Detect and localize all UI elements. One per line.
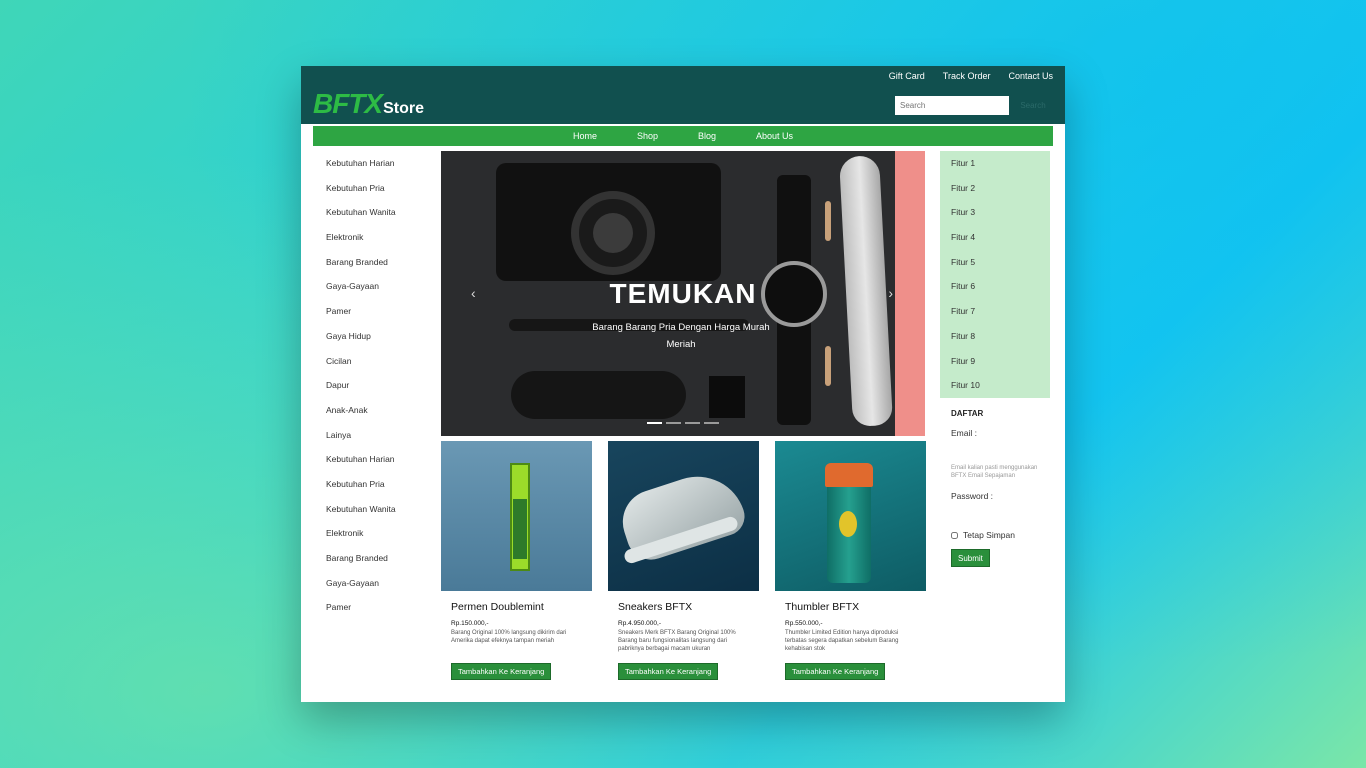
sidebar-item[interactable]: Gaya-Gayaan bbox=[326, 274, 426, 299]
product-image[interactable] bbox=[775, 441, 926, 591]
hero-subtitle: Barang Barang Pria Dengan Harga Murah Me… bbox=[592, 322, 770, 350]
feature-item[interactable]: Fitur 2 bbox=[940, 176, 1050, 201]
carousel-indicator[interactable] bbox=[704, 422, 719, 424]
product-description: Thumbler Limited Edition hanya diproduks… bbox=[785, 630, 899, 652]
product-description: Barang Original 100% langsung dikirim da… bbox=[451, 630, 567, 644]
nav-home[interactable]: Home bbox=[573, 131, 597, 141]
remember-checkbox[interactable] bbox=[951, 531, 958, 539]
track-order-link[interactable]: Track Order bbox=[943, 71, 991, 81]
password-field[interactable] bbox=[951, 504, 1045, 520]
main-nav: Home Shop Blog About Us bbox=[313, 126, 1053, 146]
hero-carousel: TEMUKAN Barang Barang Pria Dengan Harga … bbox=[441, 151, 925, 436]
feature-item[interactable]: Fitur 7 bbox=[940, 299, 1050, 324]
logo[interactable]: BFTX Store bbox=[313, 90, 424, 118]
form-title: DAFTAR bbox=[951, 409, 984, 418]
sidebar-item[interactable]: Kebutuhan Wanita bbox=[326, 497, 426, 522]
contact-us-link[interactable]: Contact Us bbox=[1008, 71, 1053, 81]
bullet-image bbox=[825, 201, 831, 241]
product-name: Thumbler BFTX bbox=[785, 601, 860, 613]
sidebar-item[interactable]: Anak-Anak bbox=[326, 398, 426, 423]
sidebar-item[interactable]: Pamer bbox=[326, 595, 426, 620]
product-price: Rp.4.950.000,- bbox=[618, 620, 662, 627]
feature-item[interactable]: Fitur 8 bbox=[940, 324, 1050, 349]
search-bar: Search bbox=[895, 96, 1053, 115]
search-button[interactable]: Search bbox=[1013, 96, 1053, 115]
sidebar-item[interactable]: Lainya bbox=[326, 423, 426, 448]
sidebar-item[interactable]: Elektronik bbox=[326, 521, 426, 546]
search-input[interactable] bbox=[895, 96, 1009, 115]
carousel-indicator[interactable] bbox=[647, 422, 662, 424]
sidebar-item[interactable]: Barang Branded bbox=[326, 546, 426, 571]
chevron-left-icon[interactable]: ‹ bbox=[471, 285, 476, 301]
feature-item[interactable]: Fitur 5 bbox=[940, 250, 1050, 275]
hero-title: TEMUKAN bbox=[609, 278, 757, 309]
sidebar-item[interactable]: Barang Branded bbox=[326, 250, 426, 275]
logo-bftx: BFTX bbox=[313, 88, 383, 119]
add-to-cart-button[interactable]: Tambahkan Ke Keranjang bbox=[785, 663, 886, 680]
bullet-image bbox=[825, 346, 831, 386]
feature-item[interactable]: Fitur 1 bbox=[940, 151, 1050, 176]
chevron-right-icon[interactable]: › bbox=[888, 285, 893, 301]
tumbler-logo bbox=[839, 511, 857, 537]
sidebar-item[interactable]: Cicilan bbox=[326, 349, 426, 374]
category-sidebar: Kebutuhan Harian Kebutuhan Pria Kebutuha… bbox=[326, 151, 426, 620]
tumbler-cap bbox=[825, 463, 873, 487]
feature-item[interactable]: Fitur 4 bbox=[940, 225, 1050, 250]
sidebar-item[interactable]: Gaya-Gayaan bbox=[326, 571, 426, 596]
sd-card-image bbox=[709, 376, 745, 418]
email-label: Email : bbox=[951, 428, 977, 438]
feature-item[interactable]: Fitur 6 bbox=[940, 274, 1050, 299]
nav-about-us[interactable]: About Us bbox=[756, 131, 793, 141]
product-image[interactable] bbox=[608, 441, 759, 591]
sidebar-item[interactable]: Gaya Hidup bbox=[326, 324, 426, 349]
header: Gift Card Track Order Contact Us BFTX St… bbox=[301, 66, 1065, 124]
pocket-knife-image bbox=[511, 371, 686, 419]
top-links: Gift Card Track Order Contact Us bbox=[889, 71, 1053, 81]
product-description: Sneakers Merk BFTX Barang Original 100% … bbox=[618, 630, 736, 652]
store-window: Gift Card Track Order Contact Us BFTX St… bbox=[301, 66, 1065, 702]
remember-checkbox-row[interactable]: Tetap Simpan bbox=[951, 530, 1051, 540]
product-card: Permen Doublemint Rp.150.000,- Barang Or… bbox=[441, 441, 592, 680]
sidebar-item[interactable]: Kebutuhan Harian bbox=[326, 447, 426, 472]
email-help-text: Email kalian pasti menggunakan BFTX Emai… bbox=[951, 464, 1038, 480]
submit-button[interactable]: Submit bbox=[951, 549, 990, 567]
carousel-indicator[interactable] bbox=[666, 422, 681, 424]
gift-card-link[interactable]: Gift Card bbox=[889, 71, 925, 81]
email-field[interactable] bbox=[951, 441, 1045, 458]
features-list: Fitur 1 Fitur 2 Fitur 3 Fitur 4 Fitur 5 … bbox=[940, 151, 1050, 398]
add-to-cart-button[interactable]: Tambahkan Ke Keranjang bbox=[618, 663, 719, 680]
register-form: DAFTAR Email : Email kalian pasti menggu… bbox=[951, 409, 1051, 567]
product-price: Rp.550.000,- bbox=[785, 620, 823, 627]
product-name: Permen Doublemint bbox=[451, 601, 544, 613]
carousel-indicator[interactable] bbox=[685, 422, 700, 424]
carousel-indicators bbox=[441, 422, 925, 424]
product-grid: Permen Doublemint Rp.150.000,- Barang Or… bbox=[441, 441, 926, 680]
sidebar-item[interactable]: Elektronik bbox=[326, 225, 426, 250]
feature-item[interactable]: Fitur 9 bbox=[940, 349, 1050, 374]
add-to-cart-button[interactable]: Tambahkan Ke Keranjang bbox=[451, 663, 552, 680]
logo-store: Store bbox=[383, 100, 425, 117]
camera-lens-inner bbox=[593, 213, 633, 253]
sidebar-item[interactable]: Kebutuhan Pria bbox=[326, 176, 426, 201]
product-name: Sneakers BFTX bbox=[618, 601, 693, 613]
gum-label bbox=[513, 499, 527, 559]
product-card: Sneakers BFTX Rp.4.950.000,- Sneakers Me… bbox=[608, 441, 759, 680]
sidebar-item[interactable]: Kebutuhan Wanita bbox=[326, 200, 426, 225]
password-label: Password : bbox=[951, 490, 994, 501]
sidebar-item[interactable]: Kebutuhan Harian bbox=[326, 151, 426, 176]
feature-item[interactable]: Fitur 10 bbox=[940, 373, 1050, 398]
product-price: Rp.150.000,- bbox=[451, 620, 489, 627]
sidebar-item[interactable]: Dapur bbox=[326, 373, 426, 398]
sidebar-item[interactable]: Kebutuhan Pria bbox=[326, 472, 426, 497]
feature-item[interactable]: Fitur 3 bbox=[940, 200, 1050, 225]
nav-shop[interactable]: Shop bbox=[637, 131, 658, 141]
remember-label: Tetap Simpan bbox=[963, 530, 1015, 540]
product-image[interactable] bbox=[441, 441, 592, 591]
product-card: Thumbler BFTX Rp.550.000,- Thumbler Limi… bbox=[775, 441, 926, 680]
nav-blog[interactable]: Blog bbox=[698, 131, 716, 141]
sidebar-item[interactable]: Pamer bbox=[326, 299, 426, 324]
